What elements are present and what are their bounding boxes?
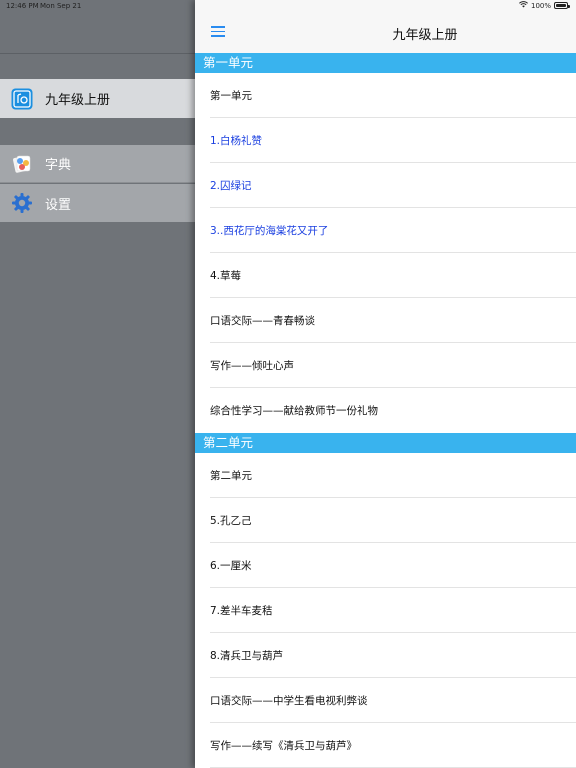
battery-percent: 100%	[530, 1, 551, 10]
section-header: 第一单元	[195, 53, 576, 73]
battery-icon	[554, 2, 570, 9]
sidebar-item-label: 设置	[45, 197, 72, 213]
status-bar: 12:46 PM Mon Sep 21 100%	[0, 0, 576, 12]
list-item[interactable]: 口语交际——青春畅谈	[195, 298, 576, 343]
status-time: 12:46 PM	[6, 2, 39, 10]
content-panel: 九年级上册 第一单元 第一单元 1.白杨礼赞 2.囚绿记 3..西花厅的海棠花又…	[195, 0, 576, 768]
list-item[interactable]: 写作——续写《清兵卫与葫芦》	[195, 723, 576, 768]
list-item[interactable]: 7.差半车麦秸	[195, 588, 576, 633]
list-item[interactable]: 综合性学习——献给教师节一份礼物	[195, 388, 576, 433]
list-item[interactable]: 1.白杨礼赞	[195, 118, 576, 163]
sidebar-item-dictionary[interactable]: 字典	[0, 145, 195, 183]
list-item[interactable]: 4.草莓	[195, 253, 576, 298]
list-item[interactable]: 写作——倾吐心声	[195, 343, 576, 388]
list-item[interactable]: 5.孔乙己	[195, 498, 576, 543]
wifi-icon	[519, 1, 528, 10]
sidebar-item-grade9-vol1[interactable]: 九年级上册	[0, 79, 195, 118]
section-header: 第二单元	[195, 433, 576, 453]
dictionary-icon	[11, 153, 33, 175]
status-right: 100%	[519, 1, 570, 10]
list-item[interactable]: 口语交际——中学生看电视利弊谈	[195, 678, 576, 723]
gear-icon	[11, 192, 33, 214]
status-date: Mon Sep 21	[40, 2, 82, 10]
book-app-icon	[11, 88, 33, 110]
page-title: 九年级上册	[392, 28, 458, 43]
sidebar-item-label: 九年级上册	[45, 93, 111, 108]
list-item[interactable]: 第一单元	[195, 73, 576, 118]
sidebar-item-label: 字典	[45, 158, 72, 173]
hamburger-menu-icon[interactable]	[211, 26, 225, 38]
list-item[interactable]: 3..西花厅的海棠花又开了	[195, 208, 576, 253]
sidebar-item-settings[interactable]: 设置	[0, 184, 195, 222]
list-item[interactable]: 2.囚绿记	[195, 163, 576, 208]
list-item[interactable]: 8.清兵卫与葫芦	[195, 633, 576, 678]
list-item[interactable]: 第二单元	[195, 453, 576, 498]
list-item[interactable]: 6.一厘米	[195, 543, 576, 588]
sidebar: 九年级上册 字典 设置	[0, 0, 195, 768]
lesson-list: 第一单元 第一单元 1.白杨礼赞 2.囚绿记 3..西花厅的海棠花又开了 4.草…	[195, 53, 576, 768]
